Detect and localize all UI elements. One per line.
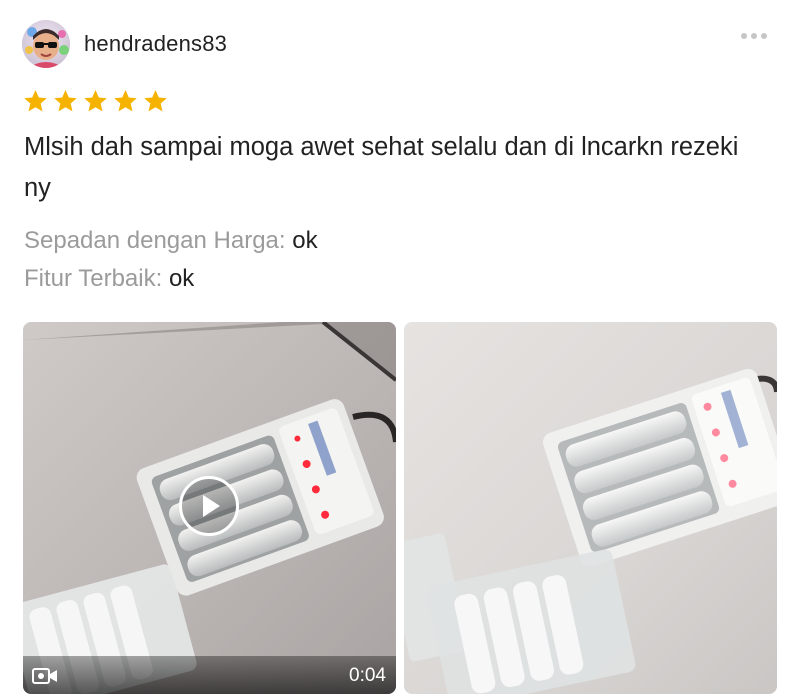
review-attributes: Sepadan dengan Harga: ok Fitur Terbaik: … xyxy=(24,222,764,298)
review-photo-thumbnail[interactable] xyxy=(404,322,777,694)
star-icon xyxy=(144,90,167,112)
star-icon xyxy=(114,90,137,112)
attribute-value: ok xyxy=(292,227,318,254)
star-icon xyxy=(24,90,47,112)
review-video-thumbnail[interactable]: 0:04 xyxy=(23,322,396,694)
attribute-row: Sepadan dengan Harga: ok xyxy=(24,222,764,260)
review-header: hendradens83 xyxy=(22,20,778,68)
attribute-label: Sepadan dengan Harga: xyxy=(24,227,286,254)
video-camera-icon xyxy=(32,668,57,684)
more-dot xyxy=(741,33,747,39)
attribute-value: ok xyxy=(168,265,195,292)
video-duration: 0:04 xyxy=(349,665,386,686)
battery-charger-photo xyxy=(404,322,777,694)
star-icon xyxy=(54,90,77,112)
star-rating xyxy=(22,88,169,116)
more-dot xyxy=(751,33,757,39)
avatar[interactable] xyxy=(22,20,70,68)
play-icon[interactable] xyxy=(179,476,239,536)
review-comment: Mlsih dah sampai moga awet sehat selalu … xyxy=(24,133,739,202)
video-info-bar: 0:04 xyxy=(23,656,396,694)
more-options-icon[interactable] xyxy=(734,26,774,46)
username[interactable]: hendradens83 xyxy=(84,31,227,57)
attribute-row: Fitur Terbaik: ok xyxy=(24,260,764,298)
attribute-label: Fitur Terbaik: xyxy=(24,265,163,292)
star-icon xyxy=(84,90,107,112)
more-dot xyxy=(761,33,767,39)
